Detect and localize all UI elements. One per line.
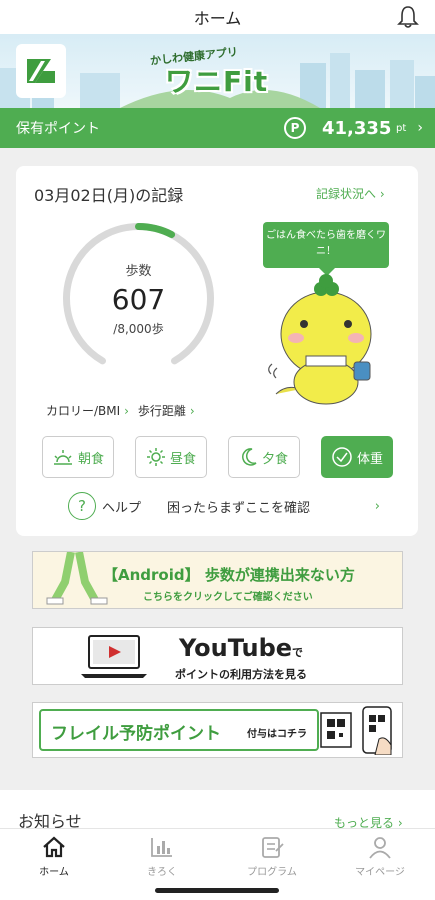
speech-bubble: ごはん食べたら歯を磨くワニ！	[263, 222, 389, 276]
walking-distance-link[interactable]: 歩行距離	[138, 404, 186, 418]
moon-icon	[242, 448, 257, 466]
tab-home[interactable]: ホーム	[14, 835, 94, 881]
points-label: 保有ポイント	[16, 121, 100, 137]
calorie-bmi-link[interactable]: カロリー/BMI	[46, 404, 120, 418]
app-logo: かしわ健康アプリ ワニFit	[149, 45, 269, 98]
android-sync-banner[interactable]: 【Android】 歩数が連携出来ない方 こちらをクリックしてご確認ください	[32, 551, 403, 609]
youtube-sub: ポイントの利用方法を見る	[175, 668, 307, 681]
laptop-video-icon	[81, 635, 147, 678]
points-value: 41,335	[322, 117, 392, 139]
qr-code-icon	[320, 706, 392, 755]
steps-count: 607	[111, 283, 166, 316]
help-label: ヘルプ	[102, 500, 142, 516]
youtube-banner[interactable]: YouTubeで ポイントの利用方法を見る	[32, 627, 403, 685]
help-icon: ?	[68, 492, 96, 520]
steps-goal: /8,000歩	[113, 322, 164, 336]
page-title: ホーム	[193, 9, 242, 28]
sun-icon	[146, 448, 165, 466]
app-banner: かしわ健康アプリ ワニFit	[0, 34, 435, 108]
breakfast-button[interactable]: 朝食	[42, 436, 114, 478]
help-row[interactable]: ? ヘルプ 困ったらまずここを確認 ›	[68, 492, 398, 520]
metric-links: カロリー/BMI › 歩行距離 ›	[46, 404, 195, 418]
points-unit: pt	[396, 123, 407, 134]
check-circle-icon	[332, 447, 352, 467]
android-banner-title: 【Android】 歩数が連携出来ない方	[103, 566, 355, 584]
steps-summary: 歩数 607 /8,000歩	[56, 216, 221, 381]
record-date: 03月02日(月)の記録	[34, 186, 184, 205]
frail-title: フレイル予防ポイント	[51, 724, 221, 744]
walking-legs-illustration	[46, 552, 108, 605]
help-text: 困ったらまずここを確認	[167, 500, 311, 516]
tab-records[interactable]: きろく	[122, 835, 202, 881]
lunch-button[interactable]: 昼食	[135, 436, 207, 478]
record-status-link[interactable]: 記録状況へ ›	[316, 185, 385, 202]
weight-button[interactable]: 体重	[321, 436, 393, 478]
chevron-right-icon: ›	[417, 120, 423, 136]
dinner-button[interactable]: 夕食	[228, 436, 300, 478]
program-icon	[262, 837, 284, 858]
home-icon	[43, 836, 65, 858]
points-icon: P	[284, 117, 306, 139]
bell-icon[interactable]	[397, 5, 419, 29]
tab-mypage[interactable]: マイページ	[340, 835, 420, 881]
points-bar[interactable]: 保有ポイント P 41,335 pt ›	[0, 108, 435, 148]
chevron-right-icon: ›	[374, 498, 380, 514]
steps-label: 歩数	[125, 264, 152, 279]
frail-prevention-banner[interactable]: フレイル予防ポイント 付与はコチラ	[32, 702, 403, 758]
meal-buttons: 朝食 昼食 夕食 体重	[42, 436, 393, 478]
person-icon	[369, 837, 391, 859]
record-card: 03月02日(月)の記録 記録状況へ › 歩数 607 /8,000歩 ごはん食…	[16, 166, 418, 536]
frail-sub: 付与はコチラ	[247, 729, 307, 740]
sunrise-icon	[53, 450, 72, 465]
youtube-title: YouTubeで	[179, 634, 304, 662]
chart-icon	[151, 838, 172, 857]
top-bar: ホーム	[0, 0, 435, 34]
tab-program[interactable]: プログラム	[232, 835, 312, 881]
home-indicator	[155, 888, 279, 893]
crocodile-mascot	[268, 274, 372, 405]
android-banner-sub: こちらをクリックしてご確認ください	[143, 592, 313, 603]
city-logo	[16, 44, 66, 98]
